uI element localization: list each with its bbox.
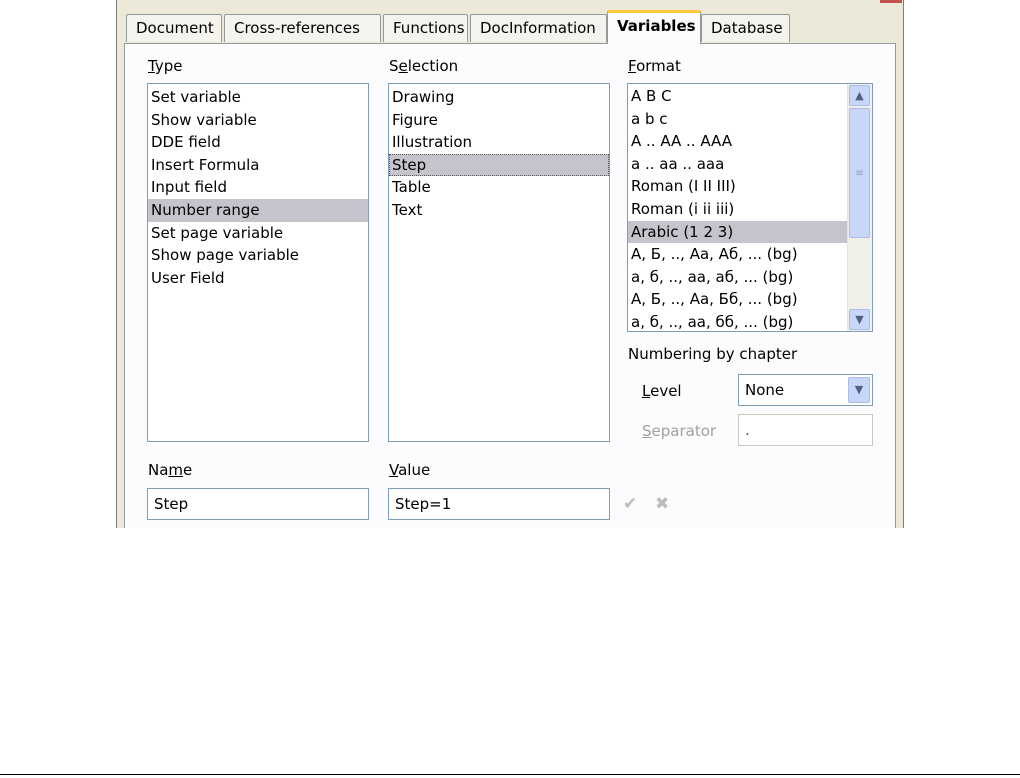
scroll-up-icon[interactable]: ▲ <box>849 85 870 106</box>
format-item[interactable]: A B C <box>628 85 848 108</box>
name-field[interactable]: Step <box>147 488 369 520</box>
delete-x-icon[interactable]: ✖ <box>655 494 669 514</box>
value-label: Value <box>389 461 431 479</box>
chevron-down-icon[interactable]: ▼ <box>848 377 870 403</box>
type-item[interactable]: Insert Formula <box>148 154 368 177</box>
name-label: Name <box>148 461 193 479</box>
format-item[interactable]: A .. AA .. AAA <box>628 130 848 153</box>
selection-item-selected[interactable]: Step <box>389 153 609 177</box>
format-item[interactable]: a .. aa .. aaa <box>628 153 848 176</box>
type-item[interactable]: Show variable <box>148 109 368 132</box>
numbering-heading: Numbering by chapter <box>628 345 798 363</box>
close-button-edge[interactable] <box>880 0 902 3</box>
checkmark-icon[interactable]: ✔ <box>623 494 637 514</box>
selection-listbox[interactable]: Drawing Figure Illustration Step Table T… <box>388 83 610 442</box>
level-label: Level <box>642 382 682 400</box>
format-item[interactable]: а, б, .., аа, аб, ... (bg) <box>628 266 848 289</box>
tab-variables[interactable]: Variables <box>607 10 701 44</box>
selection-item[interactable]: Illustration <box>389 131 609 154</box>
selection-item[interactable]: Figure <box>389 109 609 132</box>
format-listbox[interactable]: A B C a b c A .. AA .. AAA a .. aa .. aa… <box>627 83 873 332</box>
scroll-down-icon[interactable]: ▼ <box>849 309 870 330</box>
tab-docinformation[interactable]: DocInformation <box>470 14 607 42</box>
format-item[interactable]: a b c <box>628 108 848 131</box>
tab-document[interactable]: Document <box>126 14 222 42</box>
scroll-thumb[interactable]: ≡ <box>849 108 870 238</box>
type-item[interactable]: Show page variable <box>148 244 368 267</box>
type-label: Type <box>148 57 183 75</box>
selection-item[interactable]: Table <box>389 176 609 199</box>
separator-field[interactable]: . <box>738 414 873 446</box>
format-label: Format <box>628 57 681 75</box>
page-rule <box>0 774 1020 775</box>
selection-item[interactable]: Drawing <box>389 86 609 109</box>
separator-label: Separator <box>642 422 717 440</box>
type-item[interactable]: User Field <box>148 267 368 290</box>
level-dropdown[interactable]: None ▼ <box>738 374 873 406</box>
selection-item[interactable]: Text <box>389 199 609 222</box>
format-item[interactable]: а, б, .., аа, бб, ... (bg) <box>628 311 848 331</box>
selection-label: Selection <box>389 57 459 75</box>
format-item[interactable]: А, Б, .., Аа, Аб, ... (bg) <box>628 243 848 266</box>
type-item-selected[interactable]: Number range <box>148 198 368 222</box>
format-item[interactable]: Roman (i ii iii) <box>628 198 848 221</box>
type-listbox[interactable]: Set variable Show variable DDE field Ins… <box>147 83 369 442</box>
type-item[interactable]: DDE field <box>148 131 368 154</box>
tab-functions[interactable]: Functions <box>383 14 468 42</box>
type-item[interactable]: Input field <box>148 176 368 199</box>
value-field[interactable]: Step=1 <box>388 488 610 520</box>
level-value: None <box>745 381 785 399</box>
type-item[interactable]: Set page variable <box>148 222 368 245</box>
format-scrollbar[interactable]: ▲ ≡ ▼ <box>847 84 872 331</box>
type-item[interactable]: Set variable <box>148 86 368 109</box>
format-item[interactable]: А, Б, .., Аа, Бб, ... (bg) <box>628 288 848 311</box>
format-item[interactable]: Roman (I II III) <box>628 175 848 198</box>
format-item-selected[interactable]: Arabic (1 2 3) <box>628 220 848 244</box>
tab-database[interactable]: Database <box>701 14 790 42</box>
tab-cross-references[interactable]: Cross-references <box>224 14 381 42</box>
